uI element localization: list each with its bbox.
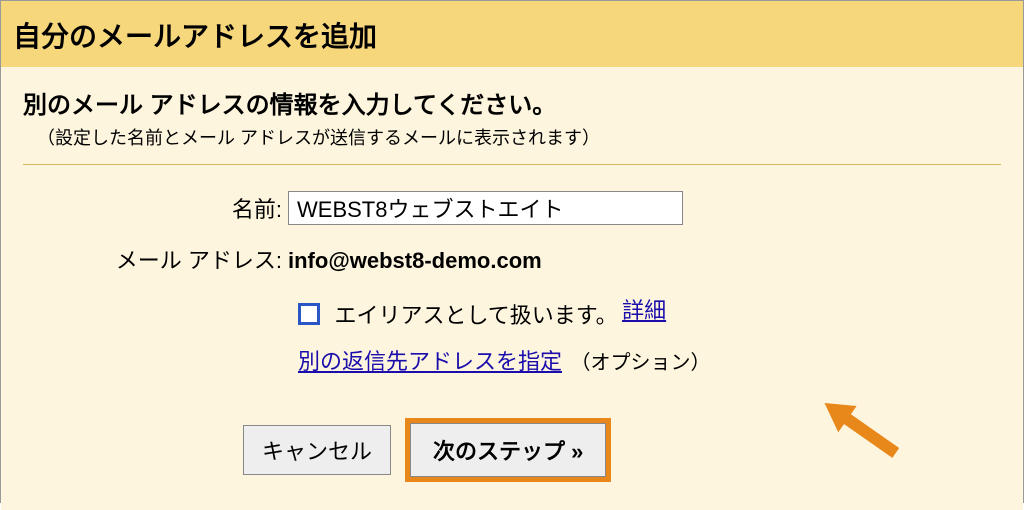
alias-checkbox[interactable] (298, 303, 320, 325)
cancel-button[interactable]: キャンセル (243, 425, 391, 475)
alias-label: エイリアスとして扱います。 (334, 303, 617, 328)
section-heading: 別のメール アドレスの情報を入力してください。 (23, 85, 1001, 120)
section-subheading: （設定した名前とメール アドレスが送信するメールに表示されます） (37, 124, 1001, 150)
alias-detail-link[interactable]: 詳細 (622, 298, 666, 323)
annotation-arrow-icon (808, 390, 918, 470)
name-input[interactable] (288, 191, 683, 225)
form: 名前: メール アドレス: info@webst8-demo.com エイリアス… (63, 191, 1001, 482)
dialog-title: 自分のメールアドレスを追加 (13, 15, 1011, 55)
email-value: info@webst8-demo.com (288, 248, 542, 274)
next-step-button[interactable]: 次のステップ » (410, 423, 606, 477)
name-label: 名前: (63, 192, 288, 224)
email-row: メール アドレス: info@webst8-demo.com (63, 243, 1001, 275)
button-row: キャンセル 次のステップ » (243, 418, 1001, 482)
dialog-content: 別のメール アドレスの情報を入力してください。 （設定した名前とメール アドレス… (1, 67, 1023, 510)
name-row: 名前: (63, 191, 1001, 225)
divider (23, 164, 1001, 165)
email-label: メール アドレス: (63, 243, 288, 275)
alias-row: エイリアスとして扱います。 詳細 (298, 293, 1001, 330)
reply-to-row: 別の返信先アドレスを指定 （オプション） (298, 344, 1001, 376)
next-button-highlight: 次のステップ » (405, 418, 611, 482)
dialog-titlebar: 自分のメールアドレスを追加 (1, 1, 1023, 67)
reply-to-link[interactable]: 別の返信先アドレスを指定 (298, 349, 562, 374)
reply-to-option: （オプション） (570, 352, 710, 374)
